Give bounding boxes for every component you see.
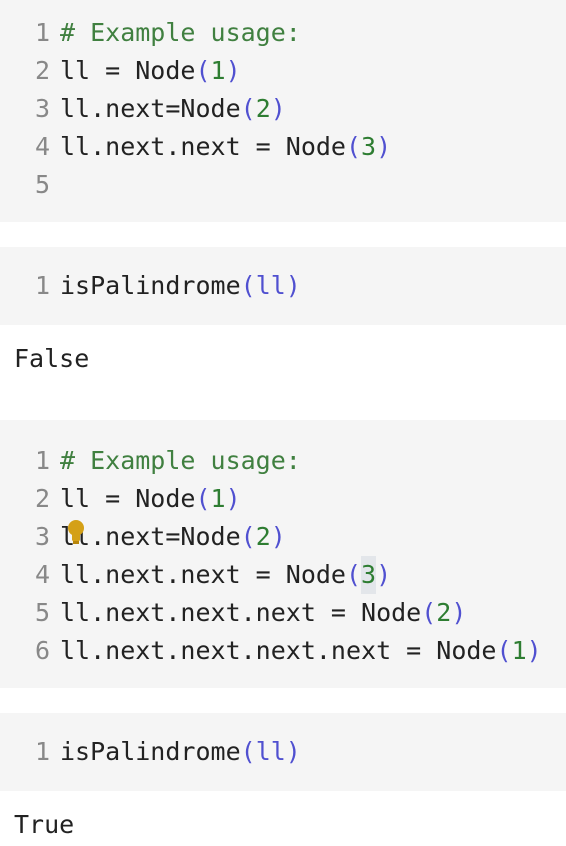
code-token: ( xyxy=(240,522,256,551)
code-token: ) xyxy=(270,94,286,123)
code-token: ) xyxy=(285,271,301,300)
code-token: # Example usage: xyxy=(60,18,301,47)
code-text[interactable]: # Example usage: xyxy=(60,14,301,52)
code-token: ll.next.next.next.next = Node xyxy=(60,636,497,665)
code-token: ) xyxy=(376,132,392,161)
line-number: 2 xyxy=(34,484,50,513)
code-token: ll.next=Node xyxy=(60,94,241,123)
code-text[interactable]: # Example usage: xyxy=(60,442,301,480)
code-token: ( xyxy=(345,560,362,589)
code-token: ( xyxy=(240,94,256,123)
code-token: ) xyxy=(285,737,301,766)
cell-2-output: False xyxy=(14,344,90,373)
code-text[interactable]: ll.next.next.next.next = Node(1) xyxy=(60,632,542,670)
code-text[interactable]: ll.next.next = Node(3) xyxy=(60,128,391,166)
code-token: ( xyxy=(195,484,211,513)
code-token: isPalindrome xyxy=(60,737,241,766)
code-token: 1 xyxy=(210,484,226,513)
code-token: ) xyxy=(451,598,467,627)
code-text[interactable]: ll = Node(1) xyxy=(60,52,241,90)
lightbulb-icon[interactable] xyxy=(65,519,87,545)
code-token: ll = Node xyxy=(60,484,196,513)
code-token: ) xyxy=(225,56,241,85)
code-text[interactable]: isPalindrome(ll) xyxy=(60,733,301,771)
code-token: ll.next=Node xyxy=(60,522,241,551)
line-number: 3 xyxy=(34,94,50,123)
code-token: 1 xyxy=(511,636,527,665)
line-number: 5 xyxy=(34,170,50,199)
line-number: 5 xyxy=(34,598,50,627)
code-token: ll.next.next = Node xyxy=(60,132,346,161)
code-token: # Example usage: xyxy=(60,446,301,475)
line-number: 1 xyxy=(34,18,50,47)
line-number: 4 xyxy=(34,132,50,161)
code-token: 3 xyxy=(361,132,377,161)
code-token: 2 xyxy=(255,94,271,123)
line-number: 1 xyxy=(34,271,50,300)
code-token: ll.next.next.next = Node xyxy=(60,598,422,627)
code-token: ) xyxy=(526,636,542,665)
code-token: ( xyxy=(240,271,256,300)
code-token: ( xyxy=(421,598,437,627)
code-token: ll xyxy=(255,271,286,300)
code-token: ) xyxy=(270,522,286,551)
code-token: ll xyxy=(255,737,286,766)
code-cell-4[interactable]: 1 isPalindrome(ll) xyxy=(0,713,566,791)
code-token: ll = Node xyxy=(60,56,196,85)
line-number: 1 xyxy=(34,737,50,766)
code-text[interactable]: isPalindrome(ll) xyxy=(60,267,301,305)
code-token: 3 xyxy=(361,556,377,594)
code-text[interactable]: ll.next.next = Node(3) xyxy=(60,556,391,594)
code-token: ) xyxy=(225,484,241,513)
code-token: ( xyxy=(345,132,362,161)
cell-4-output: True xyxy=(14,810,75,839)
code-token: 1 xyxy=(210,56,226,85)
code-text[interactable]: ll.next.next.next = Node(2) xyxy=(60,594,466,632)
code-token: ( xyxy=(195,56,211,85)
code-text[interactable]: ll.next=Node(2) xyxy=(60,518,286,556)
code-token: ) xyxy=(376,560,392,589)
code-cell-2[interactable]: 1 isPalindrome(ll) xyxy=(0,247,566,325)
line-number: 6 xyxy=(34,636,50,665)
code-token: 2 xyxy=(436,598,452,627)
code-text[interactable]: ll = Node(1) xyxy=(60,480,241,518)
code-cell-1[interactable]: 1 # Example usage: 2 ll = Node(1) 3 ll.next=N… xyxy=(0,0,566,222)
code-token: ll.next.next = Node xyxy=(60,560,346,589)
line-number: 3 xyxy=(34,522,50,551)
code-text[interactable]: ll.next=Node(2) xyxy=(60,90,286,128)
code-token: ( xyxy=(240,737,256,766)
line-number: 4 xyxy=(34,560,50,589)
code-token: ( xyxy=(496,636,512,665)
code-cell-3[interactable]: 1 # Example usage: 2 ll = Node(1) 3 ll.next=N… xyxy=(0,420,566,688)
line-number: 2 xyxy=(34,56,50,85)
code-token: isPalindrome xyxy=(60,271,241,300)
line-number: 1 xyxy=(34,446,50,475)
code-token: 2 xyxy=(255,522,271,551)
